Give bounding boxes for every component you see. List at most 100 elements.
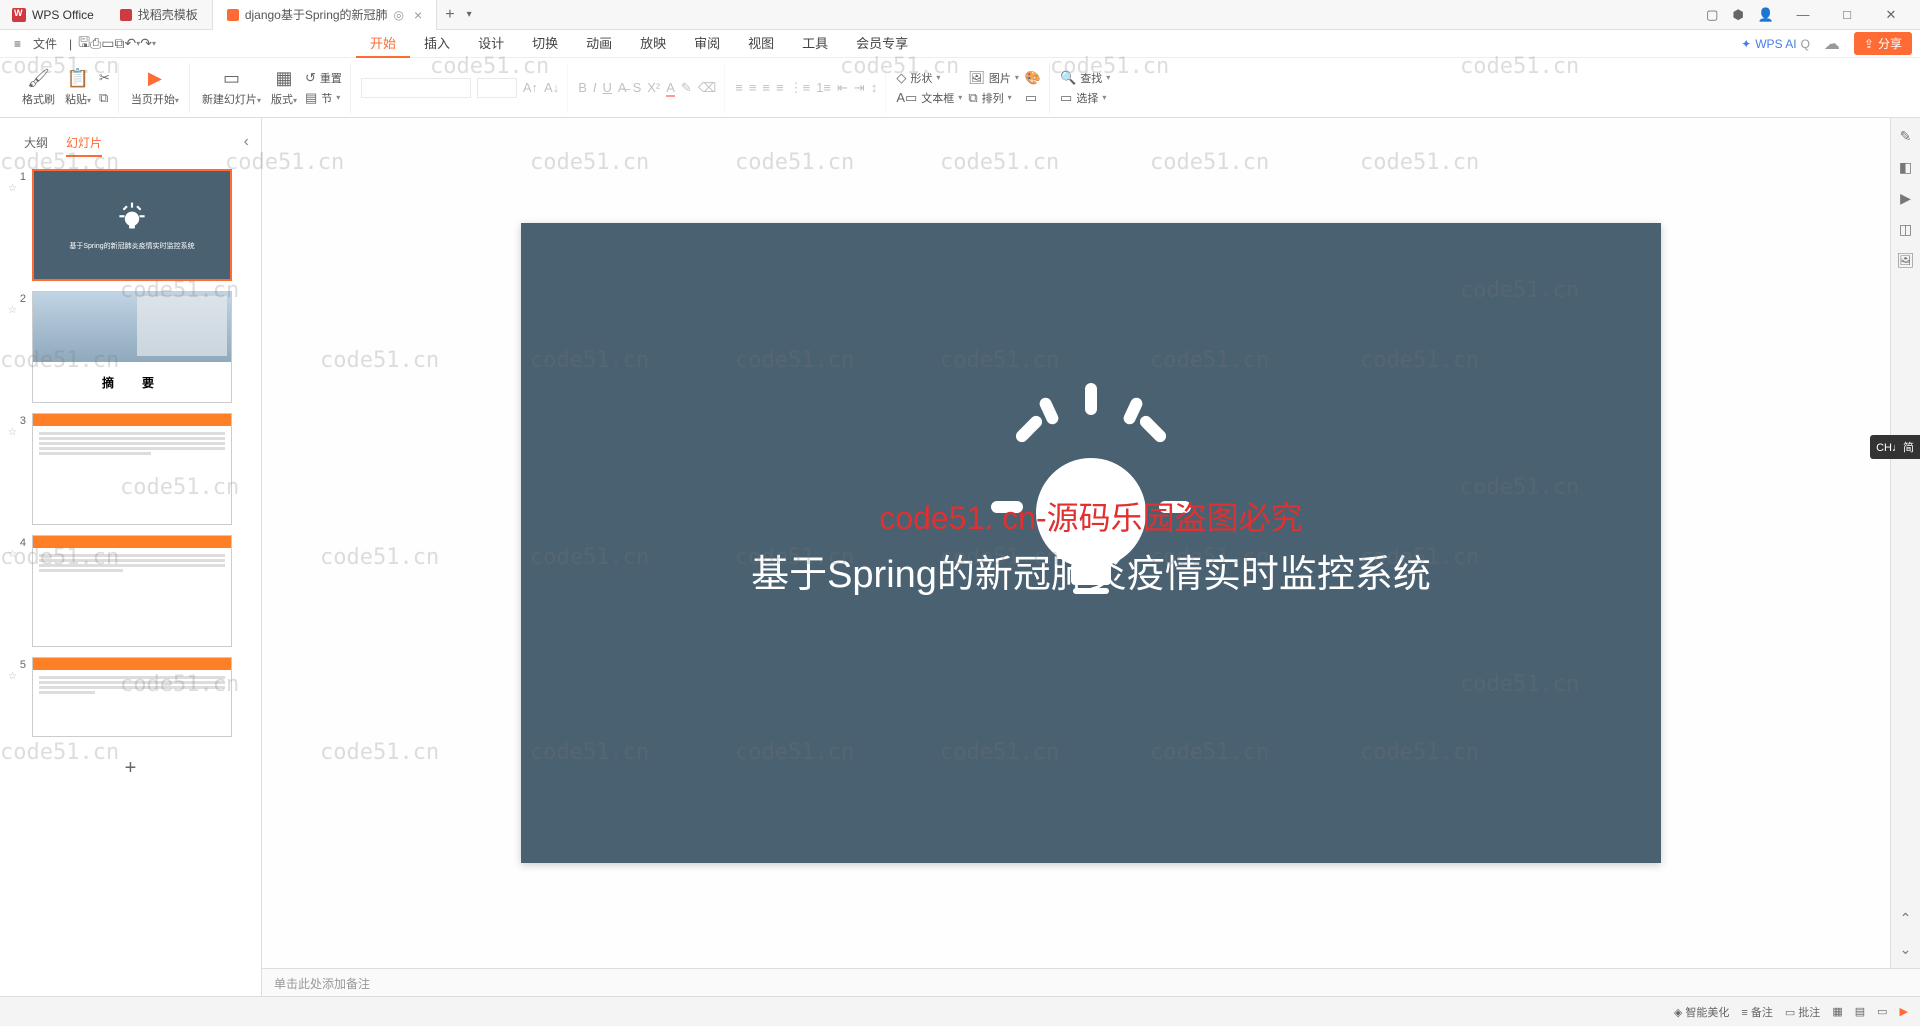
clear-format-icon[interactable]: ⌫: [698, 80, 716, 96]
ime-indicator[interactable]: CH♩简: [1870, 435, 1920, 459]
rail-design-icon[interactable]: ◫: [1899, 221, 1912, 238]
view-normal-icon[interactable]: ▦: [1832, 1005, 1842, 1018]
outline-icon[interactable]: ▭: [1025, 90, 1041, 106]
share-button[interactable]: ⇪ 分享: [1854, 32, 1912, 55]
align-right-icon[interactable]: ≡: [762, 80, 770, 95]
tab-document[interactable]: django基于Spring的新冠肺 ◎ ×: [213, 0, 437, 30]
arrange-button[interactable]: ⧉排列▾: [968, 90, 1019, 106]
redo-icon[interactable]: ↷: [140, 35, 152, 52]
increase-font-icon[interactable]: A↑: [523, 80, 538, 95]
thumb-slide-3[interactable]: [32, 413, 232, 525]
new-slide-button[interactable]: ▭新建幻灯片▾: [200, 66, 263, 109]
redo-dropdown-icon[interactable]: ▾: [152, 39, 156, 48]
rail-pencil-icon[interactable]: ✎: [1900, 128, 1912, 145]
font-size-input[interactable]: [477, 78, 517, 98]
rail-chevron-up-icon[interactable]: ⌃: [1900, 910, 1912, 927]
rail-chevron-down-icon[interactable]: ⌄: [1900, 941, 1912, 958]
strike-icon[interactable]: S: [633, 80, 642, 95]
ribbon-tab-vip[interactable]: 会员专享: [842, 29, 922, 58]
tab-templates[interactable]: 找稻壳模板: [106, 0, 213, 30]
decrease-font-icon[interactable]: A↓: [544, 80, 559, 95]
format-painter-button[interactable]: 🖌格式刷: [20, 66, 57, 109]
indent-dec-icon[interactable]: ⇤: [837, 80, 848, 96]
thumb-slide-4[interactable]: [32, 535, 232, 647]
ribbon-tab-review[interactable]: 审阅: [680, 29, 734, 58]
save-icon[interactable]: 🖫: [78, 32, 90, 56]
bold-icon[interactable]: B: [578, 80, 587, 95]
file-menu[interactable]: 文件: [27, 35, 63, 52]
slide-canvas[interactable]: code51. cn-源码乐园盗图必究 基于Spring的新冠肺炎疫情实时监控系…: [521, 223, 1661, 863]
from-start-button[interactable]: ▶当页开始▾: [129, 66, 181, 109]
line-spacing-icon[interactable]: ↕: [871, 80, 878, 95]
ribbon-tab-transition[interactable]: 切换: [518, 29, 572, 58]
preview-icon[interactable]: ▭: [101, 35, 114, 52]
ribbon-tab-animation[interactable]: 动画: [572, 29, 626, 58]
layout-button[interactable]: ▦版式▾: [269, 66, 299, 109]
bullets-icon[interactable]: ⋮≡: [790, 80, 811, 96]
hamburger-icon[interactable]: ≡: [8, 37, 27, 51]
status-notes-icon[interactable]: ≡ 备注: [1741, 1004, 1772, 1020]
ribbon-tab-view[interactable]: 视图: [734, 29, 788, 58]
print-icon[interactable]: ⎙: [90, 35, 101, 52]
cube-icon[interactable]: ⬢: [1732, 7, 1743, 23]
tab-dropdown-icon[interactable]: ▾: [463, 9, 476, 20]
highlight-icon[interactable]: ✎: [681, 80, 692, 96]
fill-icon[interactable]: 🎨: [1025, 70, 1041, 86]
window-mode-icon[interactable]: ▢: [1706, 7, 1718, 23]
ribbon-tab-design[interactable]: 设计: [464, 29, 518, 58]
thumb-slide-1[interactable]: 基于Spring的新冠肺炎疫情实时监控系统: [32, 169, 232, 281]
italic-icon[interactable]: I: [593, 80, 597, 95]
find-button[interactable]: 🔍查找▾: [1060, 70, 1110, 86]
wps-ai-button[interactable]: ✦ WPS AI Q: [1741, 37, 1810, 51]
star-icon[interactable]: ☆: [8, 305, 26, 316]
ribbon-tab-start[interactable]: 开始: [356, 29, 410, 58]
font-family-input[interactable]: [361, 78, 471, 98]
sidebar-tab-slides[interactable]: 幻灯片: [66, 134, 102, 157]
copy-icon[interactable]: ⧉: [99, 90, 110, 106]
strikethrough-icon[interactable]: A̶: [618, 80, 627, 95]
font-color-icon[interactable]: A: [666, 80, 675, 95]
undo-icon[interactable]: ↶: [125, 35, 137, 52]
rail-play-icon[interactable]: ▶: [1900, 190, 1911, 207]
star-icon[interactable]: ☆: [8, 549, 26, 560]
cut-icon[interactable]: ✂: [99, 70, 110, 86]
close-icon[interactable]: ×: [414, 7, 422, 23]
view-reading-icon[interactable]: ▭: [1877, 1005, 1887, 1018]
numbering-icon[interactable]: 1≡: [816, 80, 831, 95]
ribbon-tab-tools[interactable]: 工具: [788, 29, 842, 58]
close-button[interactable]: ✕: [1876, 7, 1906, 23]
status-item[interactable]: ◈ 智能美化: [1674, 1004, 1730, 1020]
add-tab-button[interactable]: +: [437, 6, 462, 24]
star-icon[interactable]: ☆: [8, 671, 26, 682]
ribbon-tab-slideshow[interactable]: 放映: [626, 29, 680, 58]
user-icon[interactable]: 👤: [1758, 7, 1774, 23]
sidebar-tab-outline[interactable]: 大纲: [24, 134, 48, 157]
notes-area[interactable]: 单击此处添加备注: [262, 968, 1920, 996]
thumb-slide-2[interactable]: 摘 要: [32, 291, 232, 403]
align-center-icon[interactable]: ≡: [749, 80, 757, 95]
cloud-icon[interactable]: ☁: [1824, 34, 1840, 54]
align-left-icon[interactable]: ≡: [735, 80, 743, 95]
star-icon[interactable]: ☆: [8, 183, 26, 194]
view-slideshow-icon[interactable]: ▶: [1900, 1005, 1908, 1018]
select-button[interactable]: ▭选择▾: [1060, 90, 1110, 106]
justify-icon[interactable]: ≡: [776, 80, 784, 95]
star-icon[interactable]: ☆: [8, 427, 26, 438]
paste-button[interactable]: 📋粘贴▾: [63, 66, 93, 109]
indent-inc-icon[interactable]: ⇥: [854, 80, 865, 96]
rail-layers-icon[interactable]: ◧: [1899, 159, 1912, 176]
canvas-wrap[interactable]: code51. cn-源码乐园盗图必究 基于Spring的新冠肺炎疫情实时监控系…: [262, 118, 1920, 968]
reset-button[interactable]: ↺重置: [305, 70, 342, 86]
status-comments-icon[interactable]: ▭ 批注: [1785, 1004, 1820, 1020]
rail-image-icon[interactable]: 🖼: [1897, 252, 1915, 269]
ribbon-tab-insert[interactable]: 插入: [410, 29, 464, 58]
minimize-button[interactable]: —: [1788, 7, 1818, 22]
copy-icon[interactable]: ⧉: [115, 35, 125, 52]
picture-button[interactable]: 🖼图片▾: [968, 70, 1019, 86]
add-slide-button[interactable]: +: [8, 747, 253, 790]
thumb-slide-5[interactable]: [32, 657, 232, 737]
textbox-button[interactable]: A▭文本框▾: [896, 90, 962, 106]
shape-button[interactable]: ◇形状▾: [896, 70, 962, 86]
underline-icon[interactable]: U: [603, 80, 612, 95]
view-sorter-icon[interactable]: ▤: [1855, 1005, 1865, 1018]
